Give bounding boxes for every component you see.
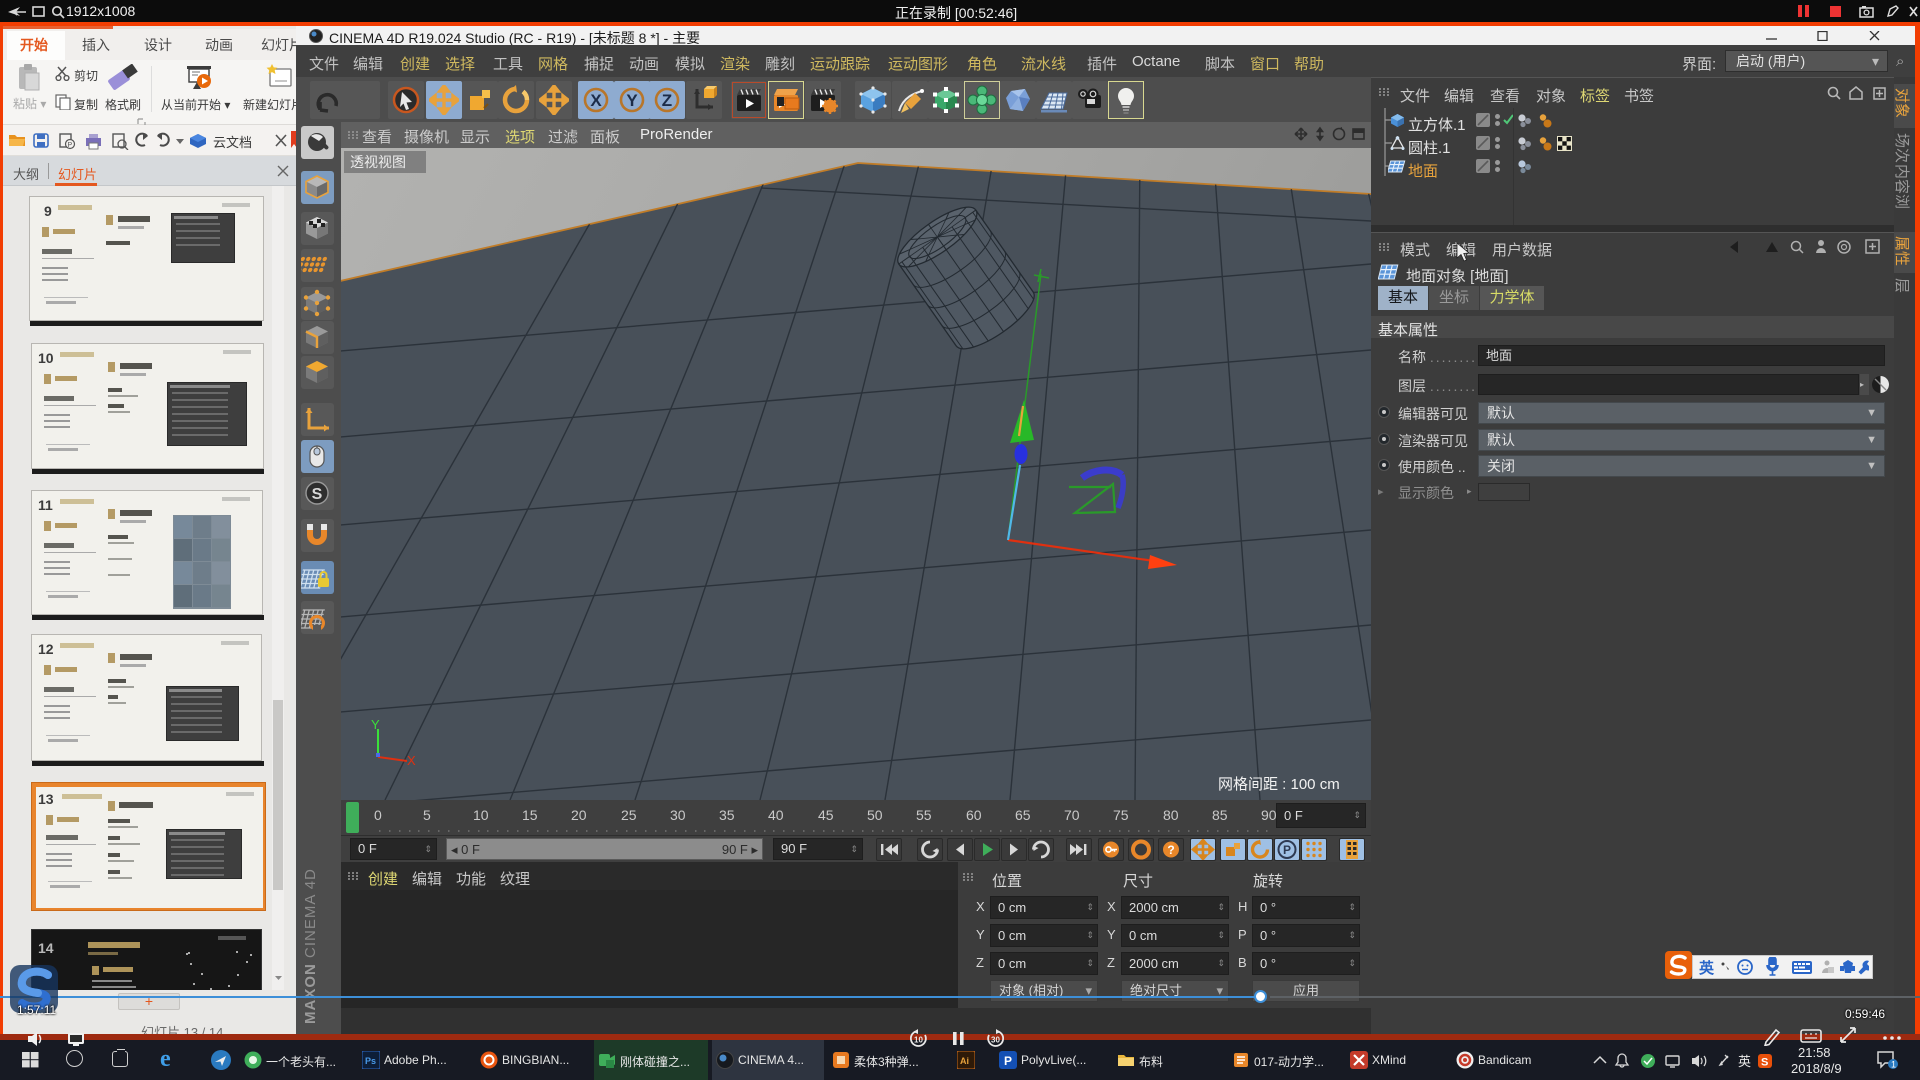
svg-text:Ps: Ps — [365, 1056, 376, 1066]
svg-text:英: 英 — [1738, 1054, 1751, 1069]
svg-text:Y: Y — [626, 91, 638, 110]
svg-text:P: P — [68, 142, 73, 149]
svg-text:Y: Y — [371, 717, 380, 732]
svg-text:?: ? — [1167, 843, 1174, 857]
svg-text:P: P — [1004, 1054, 1012, 1068]
svg-text:P: P — [1283, 843, 1291, 857]
svg-text:X: X — [407, 753, 416, 768]
svg-text:S: S — [1761, 1057, 1768, 1069]
svg-text:网格间距 : 100 cm: 网格间距 : 100 cm — [1218, 776, 1340, 793]
svg-text:X: X — [590, 91, 602, 110]
svg-text:1: 1 — [1891, 1060, 1896, 1070]
svg-text:Z: Z — [662, 91, 672, 110]
svg-text:透视视图: 透视视图 — [350, 154, 406, 170]
svg-text:S: S — [312, 486, 323, 503]
svg-text:Ai: Ai — [960, 1056, 969, 1066]
